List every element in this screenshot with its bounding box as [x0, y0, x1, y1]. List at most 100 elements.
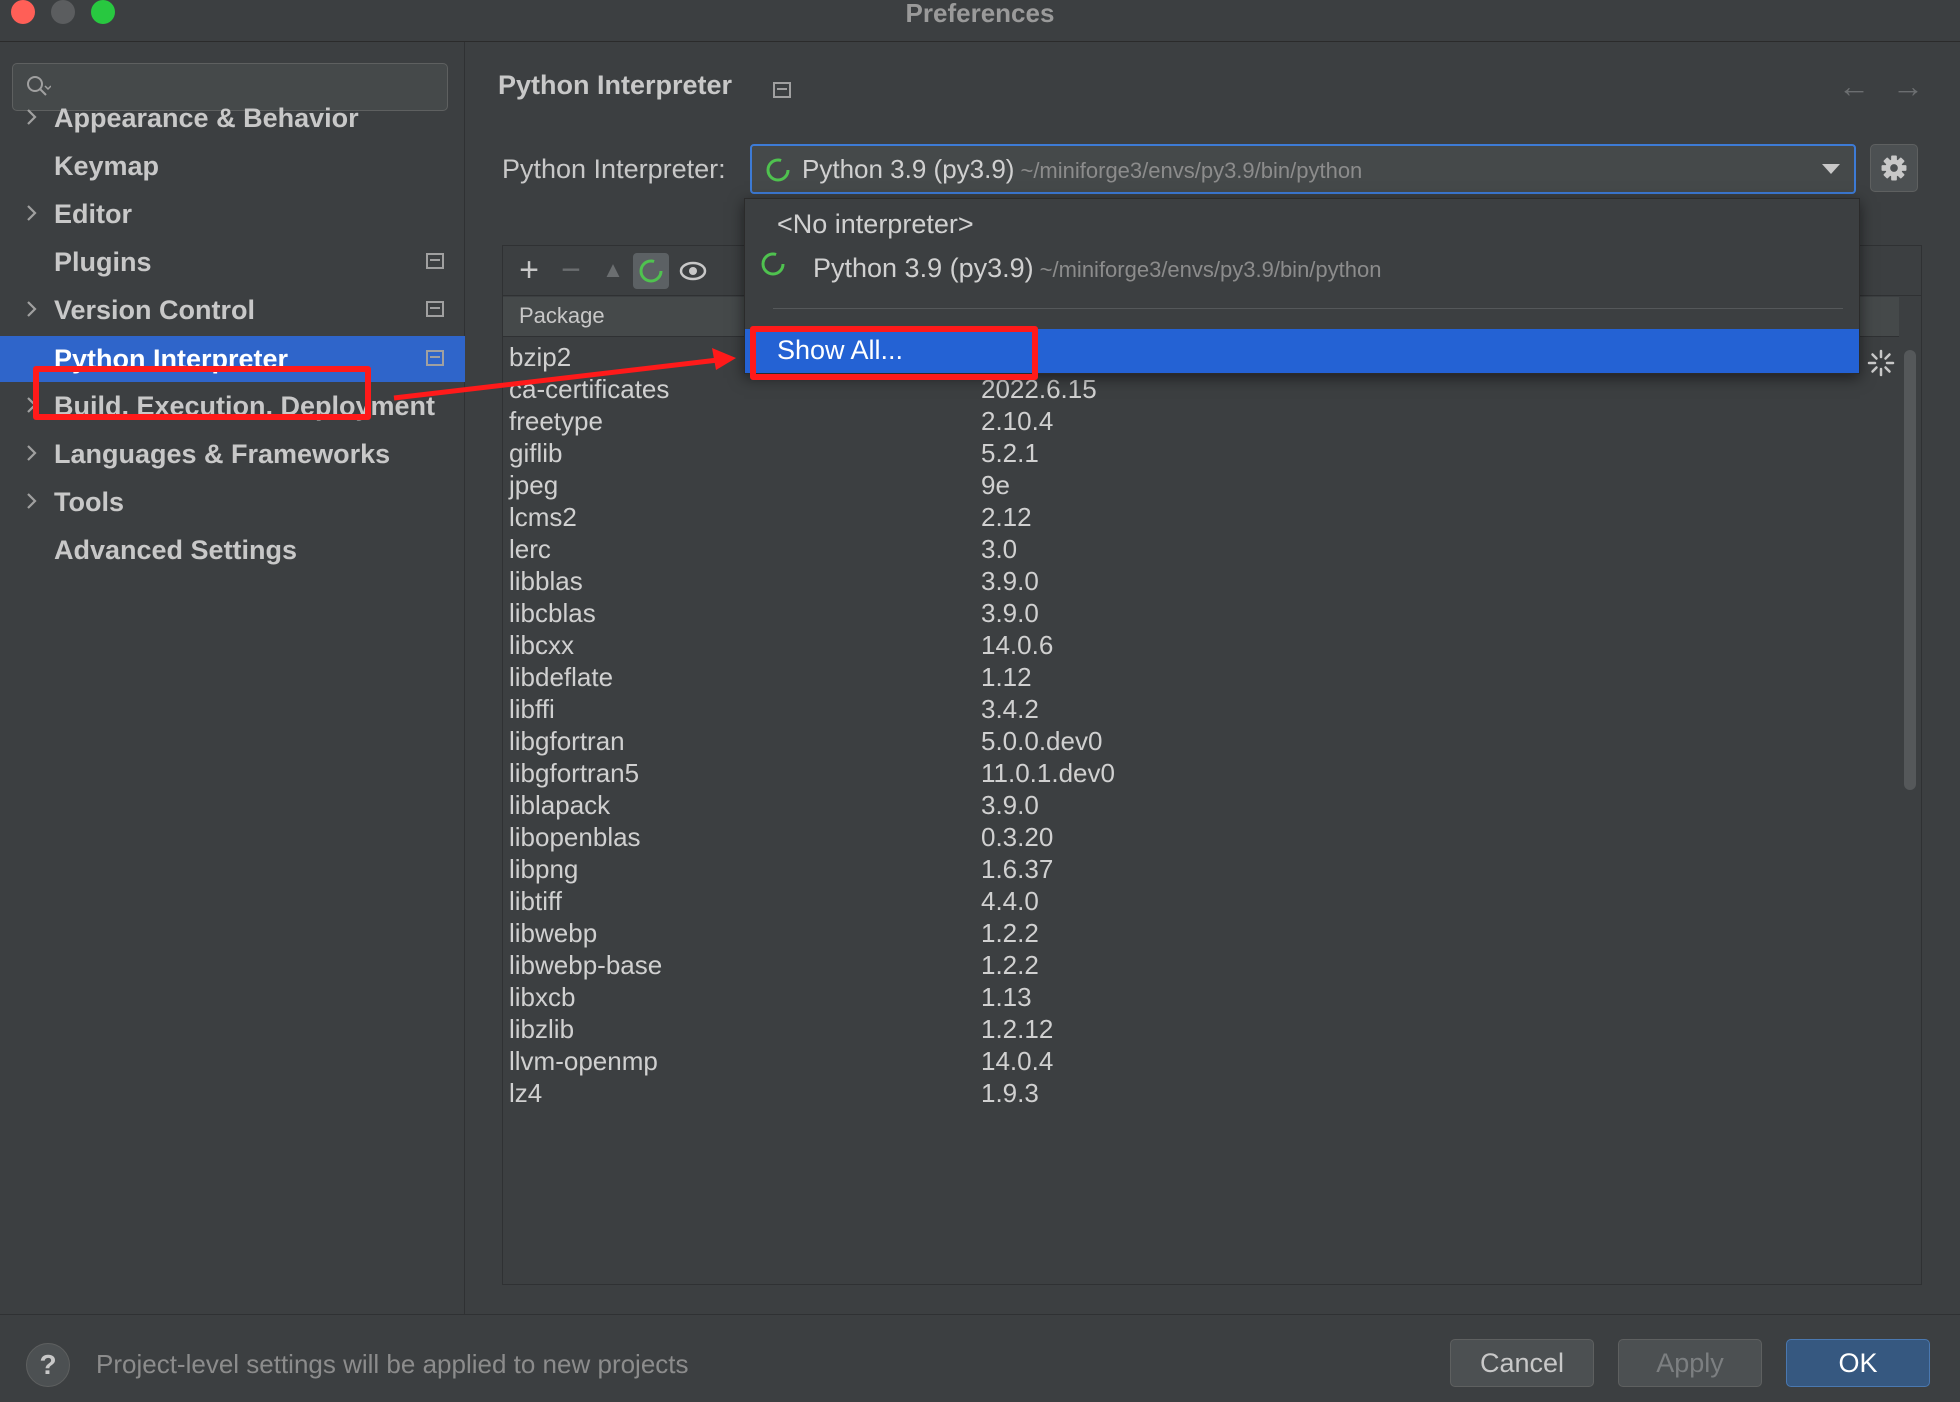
sidebar-item-label: Plugins	[54, 247, 152, 277]
package-version: 4.4.0	[981, 886, 1039, 916]
sidebar-item-tools[interactable]: Tools	[0, 479, 465, 525]
package-version: 1.2.2	[981, 918, 1039, 948]
package-name: libdeflate	[509, 662, 614, 692]
package-version: 1.13	[981, 982, 1032, 1012]
interpreter-select-value: Python 3.9 (py3.9) ~/miniforge3/envs/py3.…	[802, 154, 1362, 185]
use-conda-button[interactable]	[633, 253, 669, 289]
menu-item-path: ~/miniforge3/envs/py3.9/bin/python	[1039, 257, 1382, 282]
scrollbar-thumb[interactable]	[1904, 350, 1916, 790]
package-version: 5.2.1	[981, 438, 1039, 468]
package-name: lz4	[509, 1078, 543, 1108]
project-scope-icon	[426, 301, 444, 317]
sidebar-item-label: Appearance & Behavior	[54, 103, 359, 133]
sidebar-item-version-control[interactable]: Version Control	[0, 287, 465, 333]
package-name: libwebp	[509, 918, 598, 948]
package-name: lerc	[509, 534, 551, 564]
package-version: 11.0.1.dev0	[981, 758, 1115, 788]
package-name: jpeg	[509, 470, 559, 500]
package-version: 3.9.0	[981, 566, 1039, 596]
column-header-package[interactable]: Package	[519, 303, 605, 329]
interpreter-path: ~/miniforge3/envs/py3.9/bin/python	[1020, 158, 1363, 183]
annotation-box-show-all	[750, 326, 1038, 380]
loading-spinner-icon	[761, 252, 785, 276]
package-name: llvm-openmp	[509, 1046, 658, 1076]
sidebar-item-label: Editor	[54, 199, 132, 229]
package-name: libzlib	[509, 1014, 575, 1044]
show-early-releases-button[interactable]	[675, 253, 711, 289]
package-version: 3.9.0	[981, 598, 1039, 628]
interpreter-select[interactable]: Python 3.9 (py3.9) ~/miniforge3/envs/py3.…	[750, 144, 1856, 194]
sidebar-item-appearance-behavior[interactable]: Appearance & Behavior	[0, 95, 465, 141]
package-name: giflib	[509, 438, 563, 468]
package-name: ca-certificates	[509, 374, 670, 404]
package-version: 2.12	[981, 502, 1032, 532]
package-version: 14.0.4	[981, 1046, 1054, 1076]
sidebar-item-label: Tools	[54, 487, 124, 517]
package-name: libcblas	[509, 598, 596, 628]
package-version: 3.4.2	[981, 694, 1039, 724]
table-row[interactable]: lz4 1.9.3	[503, 1074, 1899, 1114]
title-bar: Preferences	[0, 0, 1960, 42]
package-name: libffi	[509, 694, 555, 724]
package-name: lcms2	[509, 502, 577, 532]
sidebar-item-keymap[interactable]: Keymap	[0, 143, 465, 189]
sidebar-item-languages-frameworks[interactable]: Languages & Frameworks	[0, 431, 465, 477]
package-table-container: + − ▲ Package bzip21.0.8ca-certificates2…	[502, 245, 1922, 1285]
sidebar-item-label: Keymap	[54, 151, 160, 181]
interpreter-label: Python Interpreter:	[502, 154, 726, 184]
forward-arrow-icon[interactable]: →	[1892, 68, 1924, 105]
sidebar-item-advanced-settings[interactable]: Advanced Settings	[0, 527, 465, 573]
project-scope-icon	[773, 82, 791, 98]
window-title: Preferences	[905, 0, 1055, 28]
package-version: 1.6.37	[981, 854, 1054, 884]
menu-separator	[773, 308, 1843, 309]
sidebar-item-label: Advanced Settings	[54, 535, 298, 565]
package-name: libopenblas	[509, 822, 641, 852]
remove-package-button[interactable]: −	[553, 253, 589, 289]
menu-item-no-interpreter[interactable]: <No interpreter>	[777, 209, 974, 240]
back-arrow-icon[interactable]: ←	[1838, 68, 1870, 105]
package-version: 1.2.12	[981, 1014, 1054, 1044]
package-version: 5.0.0.dev0	[981, 726, 1103, 756]
gear-icon	[1881, 155, 1907, 181]
busy-spinner-icon	[1867, 349, 1895, 377]
apply-button[interactable]: Apply	[1618, 1339, 1762, 1387]
interpreter-name: Python 3.9 (py3.9)	[802, 154, 1015, 184]
dialog-footer: ? Project-level settings will be applied…	[0, 1314, 1960, 1402]
package-version: 0.3.20	[981, 822, 1054, 852]
sidebar-item-editor[interactable]: Editor	[0, 191, 465, 237]
package-name: libtiff	[509, 886, 562, 916]
package-table-body: bzip21.0.8ca-certificates2022.6.15freety…	[503, 338, 1899, 1284]
package-name: freetype	[509, 406, 603, 436]
package-version: 3.9.0	[981, 790, 1039, 820]
eye-icon	[679, 261, 707, 281]
sidebar-item-label: Languages & Frameworks	[54, 439, 391, 469]
chevron-right-icon[interactable]	[24, 441, 40, 465]
chevron-right-icon[interactable]	[24, 105, 40, 129]
chevron-right-icon[interactable]	[24, 201, 40, 225]
package-name: libpng	[509, 854, 579, 884]
sidebar-item-plugins[interactable]: Plugins	[0, 239, 465, 285]
project-scope-icon	[426, 350, 444, 366]
sidebar-item-label: Version Control	[54, 295, 256, 325]
package-table-scrollbar[interactable]	[1899, 338, 1921, 1284]
page-title: Python Interpreter	[498, 70, 733, 100]
chevron-right-icon[interactable]	[24, 297, 40, 321]
package-version: 2.10.4	[981, 406, 1054, 436]
menu-item-python-interpreter[interactable]: Python 3.9 (py3.9) ~/miniforge3/envs/py3.…	[813, 253, 1381, 284]
cancel-button[interactable]: Cancel	[1450, 1339, 1594, 1387]
upgrade-package-button[interactable]: ▲	[595, 253, 631, 289]
status-text: Project-level settings will be applied t…	[96, 1349, 689, 1379]
interpreter-settings-button[interactable]	[1870, 144, 1918, 192]
chevron-right-icon[interactable]	[24, 489, 40, 513]
add-package-button[interactable]: +	[511, 253, 547, 289]
chevron-down-icon	[1822, 164, 1840, 174]
refresh-icon	[639, 259, 663, 283]
package-name: libwebp-base	[509, 950, 663, 980]
package-name: libgfortran	[509, 726, 625, 756]
package-name: libblas	[509, 566, 583, 596]
ok-button[interactable]: OK	[1786, 1339, 1930, 1387]
help-button[interactable]: ?	[26, 1343, 70, 1387]
package-version: 1.12	[981, 662, 1032, 692]
package-name: liblapack	[509, 790, 611, 820]
